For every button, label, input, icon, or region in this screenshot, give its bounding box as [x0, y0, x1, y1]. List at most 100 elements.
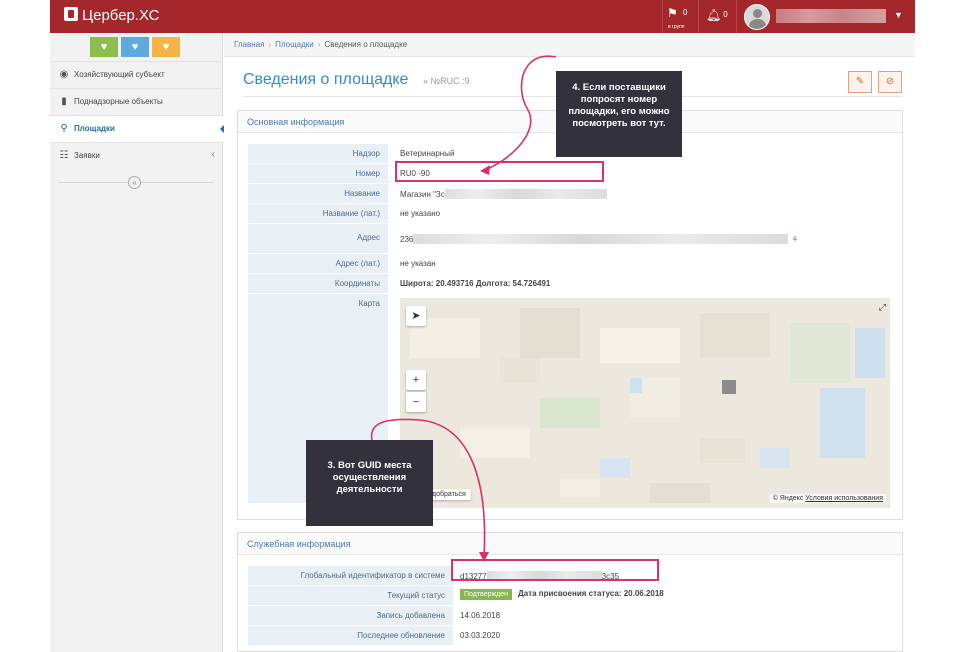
building-icon: ▮ — [61, 96, 67, 107]
field-value: Широта: 20.493716 Долгота: 54.726491 — [400, 279, 551, 288]
yandex-map[interactable]: ➤ + − ⤢ к добраться © Яндекс Условия исп… — [400, 298, 890, 508]
sidebar-collapse-toggle[interactable]: « — [58, 176, 214, 189]
sidebar-shortcuts: ♥ ♥ ♥ — [90, 37, 180, 57]
caret-down-icon: ▼ — [894, 10, 903, 20]
field-row-name-lat: Название (лат.) не указано — [248, 204, 898, 224]
field-row-name: Название Магазин "Зс — [248, 184, 898, 204]
field-row-coordinates: Координаты Широта: 20.493716 Долгота: 54… — [248, 274, 898, 294]
map-attribution: © Яндекс Условия использования — [769, 494, 886, 503]
sidebar-item-requests[interactable]: ☷ Заявки ‹ — [50, 142, 223, 169]
field-label: Название — [248, 184, 388, 204]
field-value: 236 — [400, 235, 414, 244]
unlink-button[interactable]: ⊘ — [878, 71, 902, 93]
sidebar-item-label: Поднадзорные объекты — [74, 97, 163, 106]
flag-sub-label: в групп — [668, 24, 685, 30]
user-name-redacted — [776, 9, 886, 23]
redacted-block — [413, 234, 789, 244]
app-window: Цербер.ХС ⚑ 0 в групп 🔔︎ 0 ▼ ♥ ♥ ♥ ◉ Хозя… — [0, 0, 960, 652]
copyright-text: © Яндекс — [772, 495, 804, 502]
field-value: Магазин "Зс — [400, 190, 445, 199]
field-row-created: Запись добавлена 14.06.2018 — [248, 606, 898, 626]
field-row-status: Текущий статус Подтвержден Дата присвоени… — [248, 586, 898, 606]
navbar-divider — [662, 0, 663, 33]
locate-button[interactable]: ➤ — [406, 306, 426, 326]
edit-icon: ✎ — [855, 76, 865, 87]
field-label: Номер — [248, 164, 388, 184]
panel-heading: Служебная информация — [238, 533, 902, 555]
annotation-callout-guid: 3. Вот GUID места осуществления деятельн… — [306, 440, 433, 526]
sidebar: ♥ ♥ ♥ ◉ Хозяйствующий субъект ▮ Поднадзо… — [50, 33, 230, 652]
field-value: не указано — [400, 209, 441, 218]
app-title: Цербер.ХС — [82, 7, 160, 24]
avatar — [744, 4, 770, 30]
page-subtitle: » №RUС :9 — [423, 76, 470, 86]
bell-icon: 🔔︎ — [706, 8, 722, 22]
app-logo[interactable]: Цербер.ХС — [64, 7, 159, 24]
edit-button[interactable]: ✎ — [848, 71, 872, 93]
field-row-address: Адрес 236 ⚘ — [248, 224, 898, 254]
navbar-divider — [698, 0, 699, 33]
shortcut-orange-button[interactable]: ♥ — [152, 37, 180, 57]
bell-count: 0 — [723, 10, 728, 19]
map-pin-icon: ⚲ — [60, 123, 68, 134]
sidebar-item-label: Заявки — [74, 151, 100, 160]
sidebar-item-business-entity[interactable]: ◉ Хозяйствующий субъект — [50, 61, 223, 88]
bell-notifications-button[interactable]: 🔔︎ 0 — [706, 8, 728, 22]
field-label: Текущий статус — [248, 586, 453, 606]
sidebar-item-label: Хозяйствующий субъект — [74, 70, 165, 79]
field-label: Надзор — [248, 144, 388, 164]
status-badge: Подтвержден — [460, 589, 513, 600]
field-label: Адрес (лат.) — [248, 254, 388, 274]
unlink-icon: ⊘ — [885, 76, 895, 87]
zoom-out-button[interactable]: − — [406, 392, 426, 412]
field-label: Название (лат.) — [248, 204, 388, 224]
breadcrumb-home-link[interactable]: Главная — [234, 40, 264, 49]
field-value: 14.06.2018 — [460, 611, 501, 620]
field-label: Последнее обновление — [248, 626, 453, 646]
flag-count: 0 — [683, 8, 688, 17]
field-value: Ветеринарный — [400, 149, 455, 158]
field-label: Глобальный идентификатор в системе — [248, 566, 453, 586]
breadcrumb-sites-link[interactable]: Площадки — [275, 40, 314, 49]
highlight-site-number — [395, 161, 604, 182]
shortcut-icon: ♥ — [162, 41, 170, 53]
sidebar-item-label: Площадки — [74, 124, 115, 133]
flag-notifications-button[interactable]: ⚑ 0 в групп — [667, 6, 693, 30]
redacted-block — [444, 189, 607, 199]
navbar-divider — [736, 0, 737, 33]
field-value-wrap: Подтвержден Дата присвоения статуса: 20.0… — [460, 589, 664, 600]
field-value: 03.03.2020 — [460, 631, 501, 640]
map-link-icon[interactable]: ⚘ — [791, 235, 798, 244]
shortcut-icon: ♥ — [100, 41, 108, 53]
service-info-panel: Служебная информация Глобальный идентифи… — [237, 532, 903, 652]
field-label: Запись добавлена — [248, 606, 453, 626]
zoom-in-button[interactable]: + — [406, 370, 426, 390]
field-value-wrap: 236 ⚘ — [400, 234, 799, 244]
shortcut-blue-button[interactable]: ♥ — [121, 37, 149, 57]
sidebar-item-sites[interactable]: ⚲ Площадки — [50, 115, 230, 142]
field-value: Дата присвоения статуса: 20.06.2018 — [518, 589, 664, 598]
field-row-updated: Последнее обновление 03.03.2020 — [248, 626, 898, 646]
highlight-guid — [451, 559, 659, 581]
field-label: Адрес — [248, 224, 388, 254]
chevron-left-icon: ‹ — [211, 149, 215, 160]
fullscreen-icon[interactable]: ⤢ — [879, 302, 886, 313]
breadcrumb-separator: › — [317, 40, 321, 49]
person-circle-icon: ◉ — [59, 69, 69, 80]
logo-icon — [64, 7, 78, 21]
annotation-callout-site-number: 4. Если поставщики попросят номер площад… — [556, 71, 682, 157]
page-title: Сведения о площадке — [243, 71, 409, 88]
top-navbar: Цербер.ХС ⚑ 0 в групп 🔔︎ 0 ▼ — [50, 0, 915, 33]
user-menu[interactable]: ▼ — [744, 4, 909, 30]
field-label: Координаты — [248, 274, 388, 294]
sidebar-item-supervised-objects[interactable]: ▮ Поднадзорные объекты — [50, 88, 223, 115]
breadcrumb-separator: › — [268, 40, 272, 49]
map-tiles — [400, 298, 890, 508]
double-chevron-left-icon[interactable]: « — [128, 176, 141, 189]
breadcrumb: Главная › Площадки › Сведения о площадке — [224, 33, 915, 57]
terms-link[interactable]: Условия использования — [805, 495, 883, 502]
flag-icon: ⚑ — [667, 6, 678, 20]
field-value-wrap: Магазин "Зс — [400, 189, 607, 199]
field-row-address-lat: Адрес (лат.) не указан — [248, 254, 898, 274]
shortcut-green-button[interactable]: ♥ — [90, 37, 118, 57]
